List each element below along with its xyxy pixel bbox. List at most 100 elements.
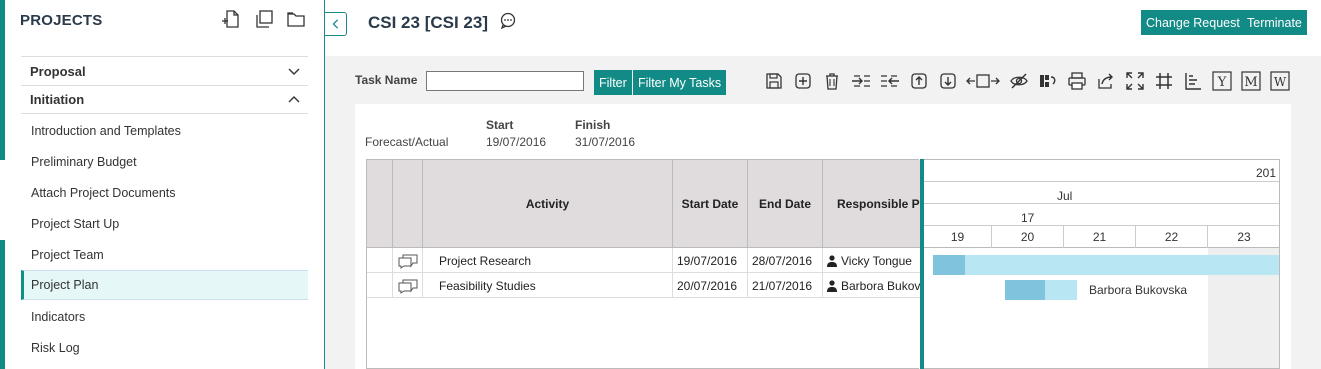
expand-width-icon[interactable] (966, 70, 1000, 91)
column-header-activity[interactable]: Activity (423, 160, 673, 248)
nav-item-attach-project-documents[interactable]: Attach Project Documents (21, 178, 308, 208)
section-initiation[interactable]: Initiation (21, 85, 308, 114)
month-view-icon[interactable]: M (1240, 70, 1261, 91)
column-header-responsible[interactable]: Responsible P (823, 160, 920, 248)
nav-item-project-plan[interactable]: Project Plan (21, 270, 308, 300)
save-icon[interactable] (763, 70, 784, 91)
comment-icon[interactable] (499, 12, 517, 30)
person-icon (827, 279, 837, 292)
row-comment-cell[interactable] (393, 248, 423, 273)
timescale-year: 201 (1256, 166, 1277, 180)
nav-item-label: Introduction and Templates (31, 124, 181, 138)
gantt-chart: 201 Jul 17 19 20 21 22 23 Barbora Bukovs… (924, 159, 1280, 369)
task-bar-remaining[interactable] (933, 255, 1279, 275)
grid-lines-icon[interactable] (1153, 70, 1174, 91)
task-bar-progress[interactable] (933, 255, 965, 275)
column-header-start-date[interactable]: Start Date (673, 160, 748, 248)
grid-header-comments (393, 160, 423, 248)
move-up-icon[interactable] (908, 70, 929, 91)
gantt-panel: Start Finish Forecast/Actual 19/07/2016 … (355, 104, 1291, 369)
sidebar-accent-bar (0, 0, 5, 160)
forecast-finish-date: 31/07/2016 (575, 135, 636, 149)
add-task-icon[interactable] (792, 70, 813, 91)
sidebar-accent-bar (0, 240, 5, 369)
nav-item-project-start-up[interactable]: Project Start Up (21, 209, 308, 239)
column-header-end-date[interactable]: End Date (748, 160, 823, 248)
activity-cell[interactable]: Project Research (423, 248, 673, 273)
nav-item-introduction-and-templates[interactable]: Introduction and Templates (21, 116, 308, 146)
nav-item-label: Risk Log (31, 341, 80, 355)
table-row[interactable]: Feasibility Studies 20/07/2016 21/07/201… (367, 273, 920, 298)
section-label: Initiation (30, 92, 85, 107)
print-icon[interactable] (1066, 70, 1087, 91)
terminate-button[interactable]: Terminate (1242, 10, 1307, 35)
comments-icon[interactable] (397, 278, 419, 294)
task-bar-resource-label: Barbora Bukovska (1089, 283, 1188, 297)
nav-item-label: Indicators (31, 310, 86, 324)
filter-button[interactable]: Filter (594, 70, 632, 95)
fullscreen-icon[interactable] (1124, 70, 1145, 91)
timescale-day: 20 (992, 226, 1064, 248)
folder-icon[interactable] (286, 9, 306, 32)
finish-label: Finish (575, 118, 611, 132)
table-row[interactable]: Project Research 19/07/2016 28/07/2016 V… (367, 248, 920, 273)
timescale-day: 19 (924, 226, 992, 248)
responsible-cell[interactable]: Vicky Tongue (823, 248, 920, 273)
grid-header-select (367, 160, 393, 248)
responsible-cell[interactable]: Barbora Bukov (823, 273, 920, 298)
section-proposal[interactable]: Proposal (21, 56, 308, 85)
row-select-cell[interactable] (367, 248, 393, 273)
nav-item-risk-log[interactable]: Risk Log (21, 333, 308, 363)
columns-icon[interactable] (1037, 70, 1058, 91)
activity-grid: Activity Start Date End Date Responsible… (366, 159, 920, 369)
responsible-name: Vicky Tongue (841, 253, 912, 268)
nav-item-label: Preliminary Budget (31, 155, 137, 169)
task-name-label: Task Name (355, 73, 418, 87)
copy-project-icon[interactable] (254, 9, 274, 32)
hide-icon[interactable] (1008, 70, 1029, 91)
chart-icon[interactable] (1182, 70, 1203, 91)
nav-item-label: Attach Project Documents (31, 186, 176, 200)
comments-icon[interactable] (397, 253, 419, 269)
year-view-icon[interactable]: Y (1211, 70, 1232, 91)
timescale-week: 17 (1021, 211, 1035, 225)
share-icon[interactable] (1095, 70, 1116, 91)
task-name-input[interactable] (426, 71, 584, 91)
start-label: Start (486, 118, 514, 132)
row-select-cell[interactable] (367, 273, 393, 298)
svg-text:M: M (1244, 75, 1257, 90)
new-project-icon[interactable] (222, 9, 242, 32)
activity-cell[interactable]: Feasibility Studies (423, 273, 673, 298)
start-date-cell[interactable]: 20/07/2016 (673, 273, 748, 298)
end-date-cell[interactable]: 21/07/2016 (748, 273, 823, 298)
change-request-button[interactable]: Change Request (1141, 10, 1245, 35)
sidebar: PROJECTS Proposal Initiation Introductio… (0, 0, 325, 369)
move-down-icon[interactable] (937, 70, 958, 91)
timescale-week-row (924, 204, 1279, 226)
start-date-cell[interactable]: 19/07/2016 (673, 248, 748, 273)
chevron-up-icon (288, 96, 300, 103)
person-icon (827, 254, 837, 267)
outdent-icon[interactable] (879, 70, 900, 91)
nav-item-preliminary-budget[interactable]: Preliminary Budget (21, 147, 308, 177)
nav-item-indicators[interactable]: Indicators (21, 302, 308, 332)
collapse-sidebar-button[interactable] (325, 12, 347, 36)
svg-text:Y: Y (1216, 75, 1226, 90)
timescale-day: 23 (1237, 230, 1251, 244)
week-view-icon[interactable]: W (1269, 70, 1290, 91)
grid-header: Activity Start Date End Date Responsible… (367, 160, 920, 248)
indent-icon[interactable] (850, 70, 871, 91)
task-bar-progress[interactable] (1005, 280, 1045, 300)
filter-my-tasks-button[interactable]: Filter My Tasks (633, 70, 727, 95)
delete-icon[interactable] (821, 70, 842, 91)
row-comment-cell[interactable] (393, 273, 423, 298)
timescale-month-row (924, 182, 1279, 204)
responsible-name: Barbora Bukov (841, 278, 920, 293)
nav-item-project-team[interactable]: Project Team (21, 240, 308, 270)
chevron-down-icon (288, 68, 300, 75)
end-date-cell[interactable]: 28/07/2016 (748, 248, 823, 273)
timescale-month: Jul (1057, 189, 1073, 203)
task-toolbar: Task Name Filter Filter My Tasks Y M W (325, 70, 1321, 98)
nav-item-label: Project Start Up (31, 217, 120, 231)
forecast-start-date: 19/07/2016 (486, 135, 547, 149)
